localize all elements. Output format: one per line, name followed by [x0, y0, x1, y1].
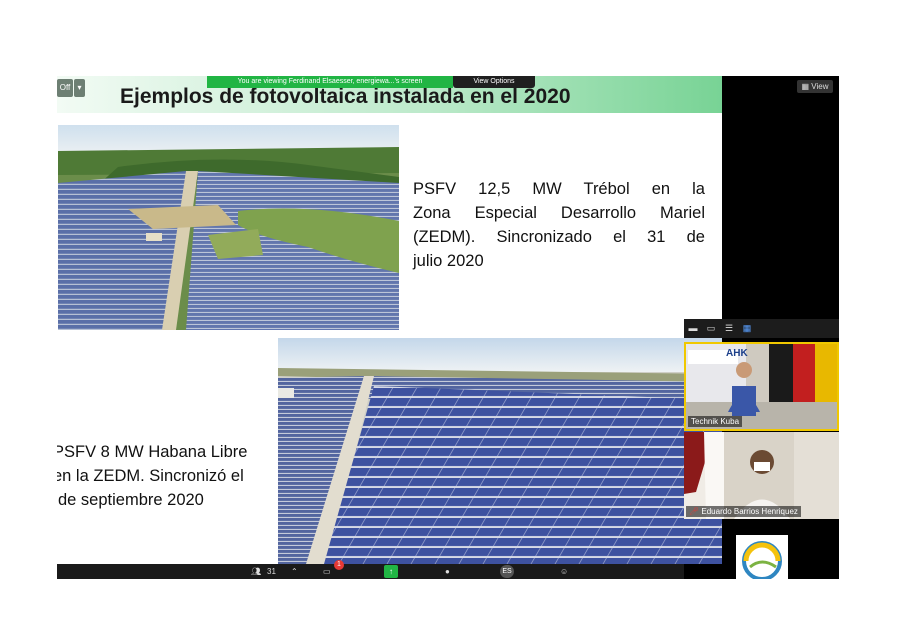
meeting-controls-bar: 👥︎ 31 ⌃ ▭ 1 ↑ ● ES ☺ — [57, 560, 684, 579]
chevron-up-icon[interactable]: ⌃ — [291, 565, 298, 578]
participant-tile-technik-kuba[interactable]: AHK Technik Kuba — [684, 342, 839, 431]
muted-mic-icon: 🎤︎ — [689, 507, 700, 516]
speaker-view-icon[interactable]: ☰ — [724, 323, 734, 333]
zoom-meeting-window: Off ▾ Ejemplos de fotovoltaica instalada… — [57, 76, 839, 579]
slide-title: Ejemplos de fotovoltaica instalada en el… — [120, 85, 571, 108]
organization-logo — [736, 535, 788, 579]
participant-name-label: Eduardo Barrios Henriquez — [701, 507, 798, 516]
record-icon[interactable]: ● — [445, 565, 450, 578]
caption-line: Zona Especial Desarrollo Mariel — [413, 204, 705, 222]
participants-icon[interactable]: 👥︎ — [251, 565, 261, 578]
caption-line: PSFV 12,5 MW Trébol en la — [413, 180, 705, 198]
hide-video-icon[interactable]: ▭ — [706, 323, 716, 333]
caption-line: (ZEDM). Sincronizado el 31 de — [413, 228, 705, 246]
participant-tile-eduardo[interactable]: 🎤︎ Eduardo Barrios Henriquez — [684, 432, 839, 519]
chat-badge: 1 — [334, 560, 344, 570]
view-button[interactable]: ▦ View — [797, 80, 833, 93]
viewing-screen-banner: You are viewing Ferdinand Elsaesser, ene… — [207, 76, 453, 88]
chat-icon[interactable]: ▭ — [323, 565, 331, 578]
view-label: View — [811, 82, 829, 91]
chevron-down-icon[interactable]: ▾ — [74, 79, 85, 97]
participant-name: 🎤︎ Eduardo Barrios Henriquez — [686, 506, 801, 517]
avatar[interactable]: ES — [500, 565, 514, 578]
participant-tile-logo[interactable] — [684, 531, 839, 579]
caption-habana-libre: PSFV 8 MW Habana Libre en la ZEDM. Sincr… — [57, 440, 271, 512]
view-options-button[interactable]: View Options — [453, 76, 535, 88]
video-panel-toolbar: ▬ ▭ ☰ ▦ — [684, 319, 839, 338]
grid-icon: ▦ — [801, 82, 810, 91]
participant-count: 31 — [267, 567, 276, 576]
caption-line: de septiembre 2020 — [58, 491, 204, 509]
share-screen-icon[interactable]: ↑ — [384, 565, 398, 578]
caption-trebol: PSFV 12,5 MW Trébol en la Zona Especial … — [413, 177, 705, 273]
off-control[interactable]: Off — [57, 79, 73, 97]
ahk-sign: AHK — [726, 348, 748, 359]
gallery-view-icon[interactable]: ▦ — [742, 323, 752, 333]
caption-line: julio 2020 — [413, 252, 484, 270]
shared-slide: Off ▾ Ejemplos de fotovoltaica instalada… — [57, 76, 722, 564]
caption-line: PSFV 8 MW Habana Libre — [57, 443, 248, 461]
participant-name: Technik Kuba — [688, 416, 743, 427]
minimize-icon[interactable]: ▬ — [688, 323, 698, 333]
solar-park-photo-trebol — [58, 125, 399, 330]
caption-line: en la ZEDM. Sincronizó el — [57, 467, 244, 485]
reactions-icon[interactable]: ☺ — [560, 565, 568, 578]
solar-park-photo-habana-libre — [278, 338, 722, 564]
